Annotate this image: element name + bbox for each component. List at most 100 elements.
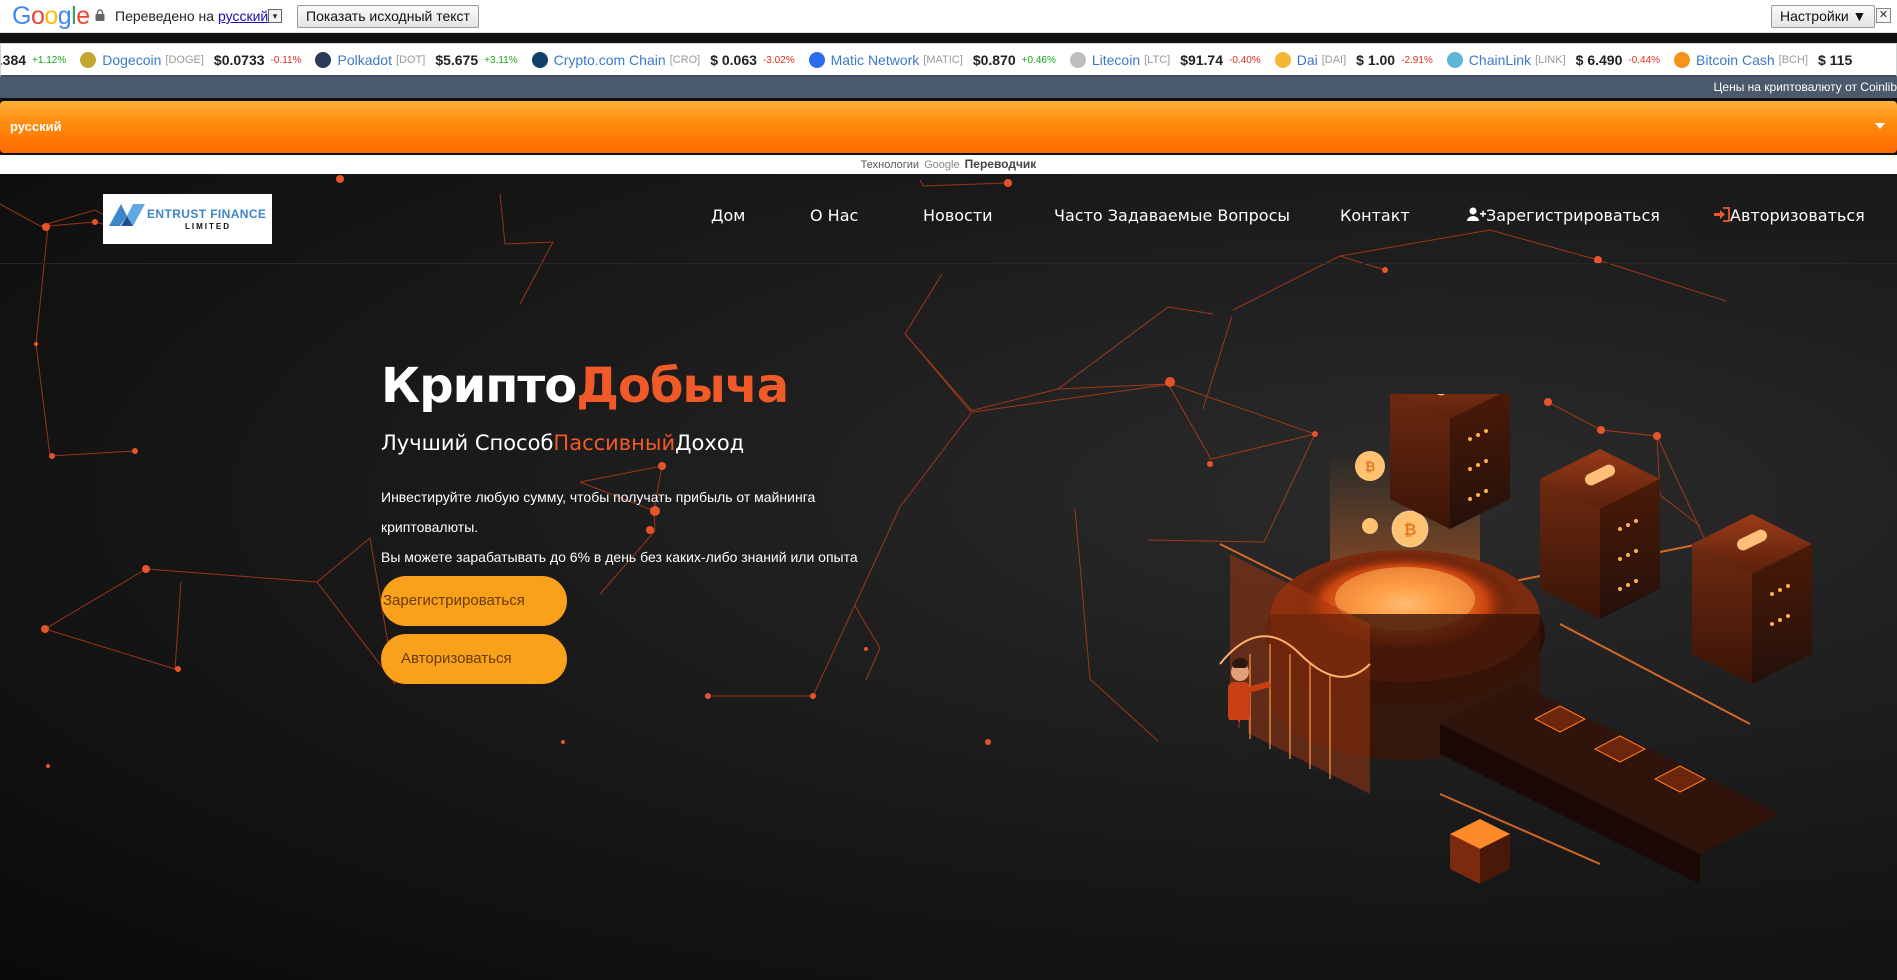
powered-product[interactable]: Переводчик — [965, 157, 1037, 171]
ticker-price: $5.675 — [435, 52, 479, 68]
ticker-coin-name[interactable]: Crypto.com Chain — [554, 52, 666, 68]
hero-title-accent: Добыча — [576, 358, 789, 414]
hero-subtitle-part3: Доход — [675, 431, 745, 455]
main-navigation: ENTRUST FINANCE LIMITED Дом О Нас Новост… — [0, 174, 1897, 264]
translate-settings-button[interactable]: Настройки ▼ — [1771, 5, 1876, 28]
target-language-link[interactable]: русский — [218, 8, 268, 24]
language-selector[interactable]: русский — [0, 101, 1897, 153]
ticker-coin-symbol: [MATIC] — [923, 54, 963, 66]
nav-contact[interactable]: Контакт — [1340, 206, 1410, 225]
ticker-coin-symbol: [DOGE] — [165, 54, 204, 66]
powered-google-logo[interactable]: Google — [924, 159, 959, 171]
ticker-price: $ 115 — [1817, 52, 1853, 68]
ticker-coin-name[interactable]: ChainLink — [1469, 52, 1531, 68]
hero-description-line2: Вы можете зарабатывать до 6% в день без … — [381, 549, 858, 565]
nav-register[interactable]: Зарегистрироваться — [1467, 206, 1660, 225]
ticker-coin-name[interactable]: Polkadot — [337, 52, 391, 68]
ticker-item[interactable]: Matic Network [MATIC] $0.870 +0.46% — [808, 52, 1056, 68]
ticker-coin-symbol: [CRO] — [669, 54, 701, 66]
register-button[interactable]: Зарегистрироваться — [381, 576, 567, 626]
hero-section: ENTRUST FINANCE LIMITED Дом О Нас Новост… — [0, 174, 1897, 980]
dai-icon — [1274, 52, 1291, 68]
ticker-item[interactable]: Bitcoin Cash [BCH] $ 115 — [1674, 52, 1858, 68]
ticker-change: -0.40% — [1229, 54, 1261, 66]
powered-by-google-translate: Технологии Google Переводчик — [0, 155, 1897, 174]
powered-prefix: Технологии — [860, 159, 920, 171]
ticker-item[interactable]: Dogecoin [DOGE] $0.0733 -0.11% — [80, 52, 301, 68]
user-plus-icon — [1467, 207, 1486, 221]
hero-description-line1: Инвестируйте любую сумму, чтобы получать… — [381, 489, 816, 535]
nav-login[interactable]: Авторизоваться — [1714, 206, 1865, 225]
ticker-change: -0.44% — [1628, 54, 1661, 66]
ticker-change: -0.11% — [270, 54, 302, 66]
chainlink-icon — [1446, 52, 1463, 68]
ticker-price: $0.870 — [972, 52, 1016, 68]
ticker-item[interactable]: Polkadot [DOT] $5.675 +3.11% — [315, 52, 518, 68]
nav-faq[interactable]: Часто Задаваемые Вопросы — [1054, 206, 1290, 225]
logo-subtitle: LIMITED — [185, 222, 231, 231]
ticker-track: 0.384 +1.12% Dogecoin [DOGE] $0.0733 -0.11% Po… — [1, 44, 1872, 75]
ticker-coin-symbol: [BCH] — [1778, 54, 1808, 66]
ticker-credit-strip: Цены на криптовалюту от Coinlib — [0, 77, 1897, 98]
ticker-coin-symbol: [DAI] — [1321, 54, 1347, 66]
crypto-price-ticker: 0.384 +1.12% Dogecoin [DOGE] $0.0733 -0.11% Po… — [0, 43, 1897, 77]
ticker-price: $ 0.063 — [710, 52, 757, 68]
nav-news[interactable]: Новости — [923, 206, 993, 225]
polkadot-icon — [315, 52, 332, 68]
site-logo[interactable]: ENTRUST FINANCE LIMITED — [103, 194, 272, 244]
hero-title-part1: Крипто — [381, 358, 577, 414]
svg-text:₿: ₿ — [1403, 520, 1416, 539]
ticker-credit-link[interactable]: Цены на криптовалюту от Coinlib — [1714, 80, 1897, 94]
ticker-price: $91.74 — [1180, 52, 1224, 68]
litecoin-icon — [1069, 52, 1086, 68]
google-logo: Google — [12, 2, 90, 30]
nav-home[interactable]: Дом — [711, 206, 745, 225]
hero-subtitle: Лучший СпособПассивныйДоход — [381, 431, 744, 455]
nav-about[interactable]: О Нас — [810, 206, 858, 225]
ticker-coin-symbol: [LTC] — [1144, 54, 1171, 66]
bitcoin-cash-icon — [1674, 52, 1691, 68]
ticker-change: -2.91% — [1401, 54, 1433, 66]
hero-title: КриптоДобыча — [381, 358, 789, 414]
ticker-coin-name[interactable]: Dai — [1297, 52, 1318, 68]
ticker-price: $ 6.490 — [1575, 52, 1623, 68]
translate-bar: Google Переведено на русский ▾ Показать … — [0, 0, 1897, 33]
ticker-item[interactable]: Dai [DAI] $ 1.00 -2.91% — [1274, 52, 1433, 68]
language-selector-value: русский — [10, 119, 62, 134]
show-original-button[interactable]: Показать исходный текст — [297, 5, 479, 28]
sign-in-icon — [1714, 207, 1730, 222]
language-dropdown-icon[interactable]: ▾ — [268, 9, 282, 23]
hero-subtitle-part1: Лучший Способ — [381, 431, 554, 455]
ticker-coin-name[interactable]: Bitcoin Cash — [1696, 52, 1775, 68]
svg-text:₿: ₿ — [1365, 460, 1376, 475]
close-icon[interactable]: ✕ — [1876, 8, 1891, 23]
ticker-coin-symbol: [DOT] — [395, 54, 426, 66]
matic-icon — [808, 52, 825, 68]
nav-register-label: Зарегистрироваться — [1486, 206, 1660, 225]
cro-icon — [531, 52, 548, 68]
ticker-coin-name[interactable]: Litecoin — [1092, 52, 1140, 68]
logo-mark-icon — [109, 204, 145, 226]
ticker-price: $ 1.00 — [1356, 52, 1396, 68]
ticker-price: $0.0733 — [213, 52, 265, 68]
chevron-down-icon — [1875, 123, 1885, 129]
dogecoin-icon — [80, 52, 97, 68]
ticker-coin-name[interactable]: Matic Network — [831, 52, 920, 68]
ticker-change: +1.12% — [32, 54, 67, 66]
nav-login-label: Авторизоваться — [1730, 206, 1865, 225]
mining-illustration: ₿ ₿ — [1219, 394, 1812, 884]
ticker-change: +3.11% — [484, 54, 518, 66]
ticker-item[interactable]: 0.384 +1.12% — [1, 52, 67, 68]
ticker-coin-name[interactable]: Dogecoin — [102, 52, 161, 68]
ticker-change: +0.46% — [1021, 54, 1056, 66]
ticker-change: -3.02% — [762, 54, 795, 66]
translated-label: Переведено на — [115, 8, 215, 24]
hero-subtitle-accent: Пассивный — [553, 431, 676, 455]
login-button[interactable]: Авторизоваться — [381, 634, 567, 684]
ticker-item[interactable]: ChainLink [LINK] $ 6.490 -0.44% — [1446, 52, 1661, 68]
lock-icon — [95, 9, 105, 21]
ticker-item[interactable]: Litecoin [LTC] $91.74 -0.40% — [1069, 52, 1261, 68]
hero-description: Инвестируйте любую сумму, чтобы получать… — [381, 482, 901, 572]
ticker-coin-symbol: [LINK] — [1535, 54, 1566, 66]
ticker-item[interactable]: Crypto.com Chain [CRO] $ 0.063 -3.02% — [531, 52, 795, 68]
